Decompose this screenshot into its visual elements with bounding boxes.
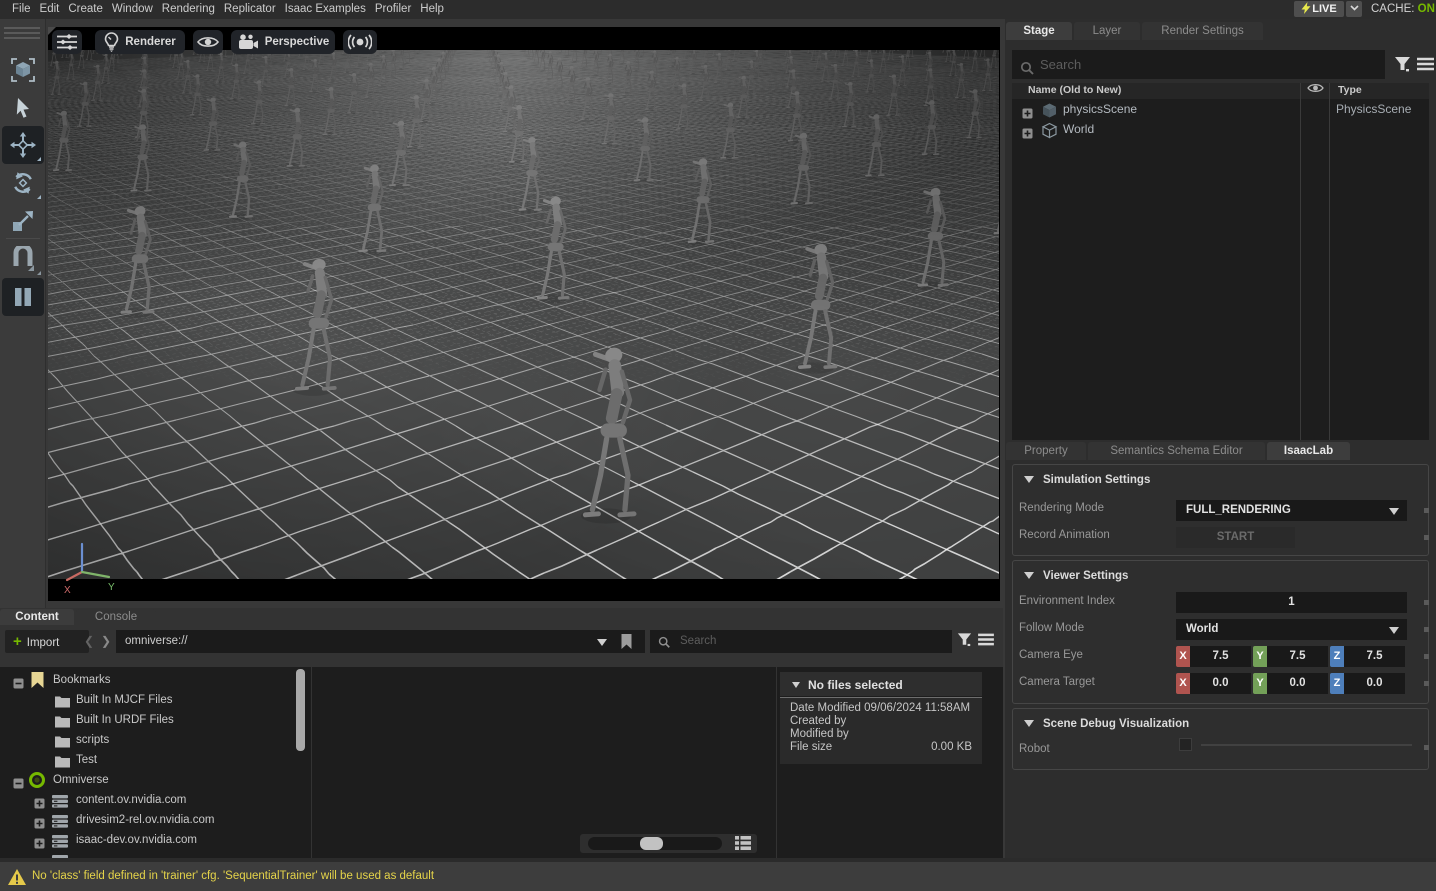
svg-text:Y: Y (108, 582, 115, 593)
svg-text:X: X (64, 585, 71, 596)
